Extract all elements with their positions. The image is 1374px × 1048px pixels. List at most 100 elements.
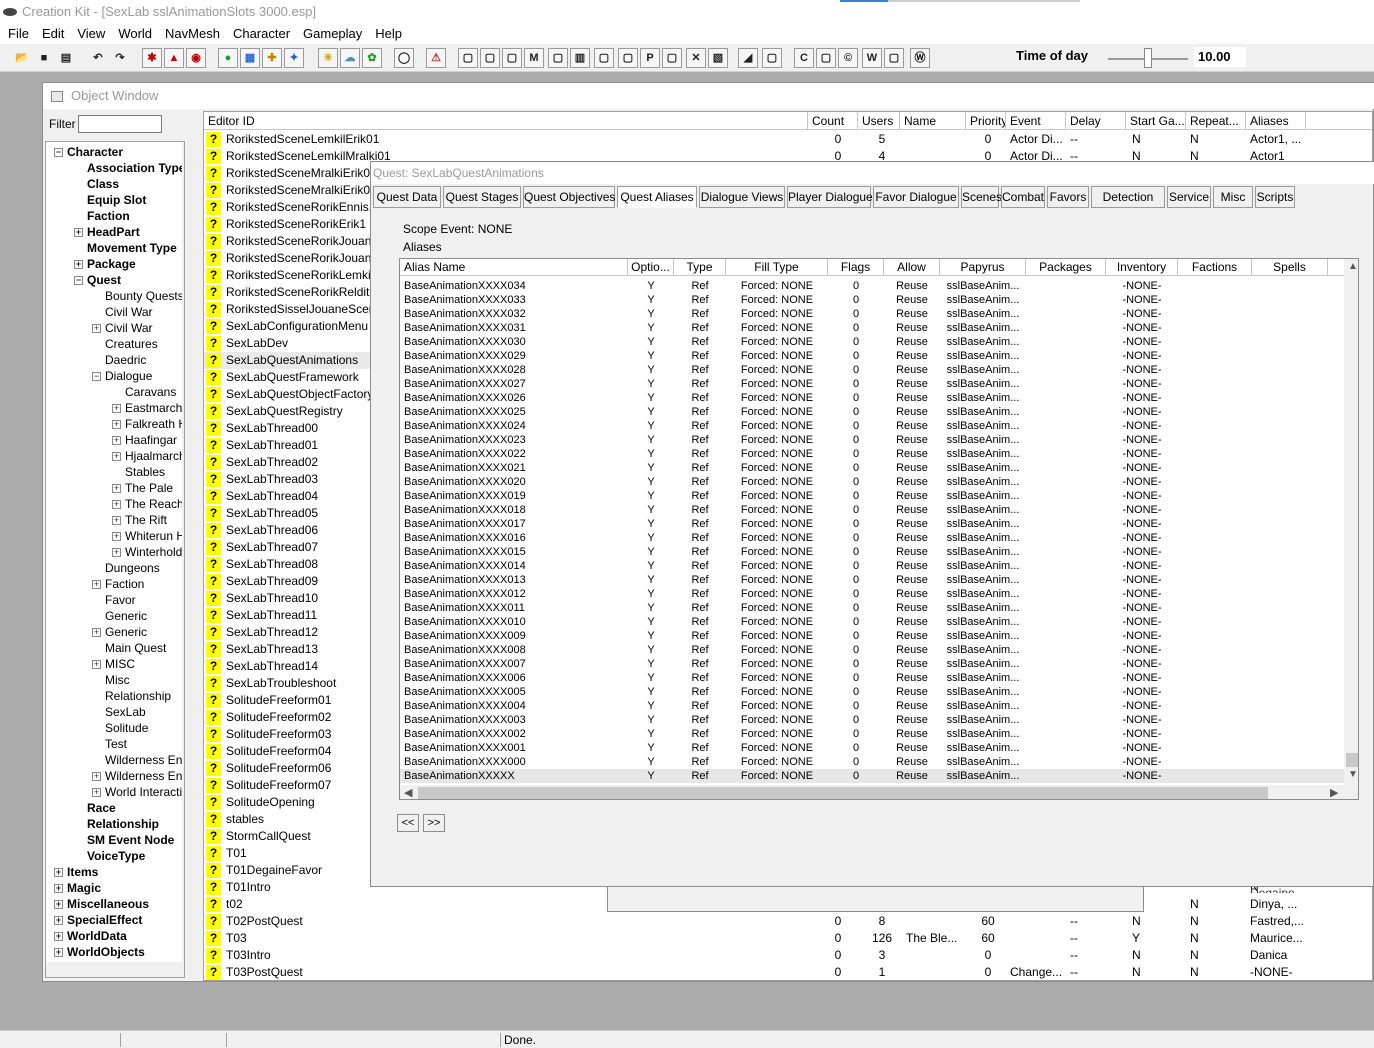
alias-row[interactable]: BaseAnimationXXXX000 Y Ref Forced: NONE 0 Reu… [400,755,1344,769]
tree-vertical-scrollbar[interactable] [182,142,184,962]
alias-row[interactable]: BaseAnimationXXXX032 Y Ref Forced: NONE 0 Reu… [400,307,1344,321]
tree-item[interactable]: VoiceType [74,848,145,864]
tree-item[interactable]: + Miscellaneous [54,896,149,912]
alias-column-header[interactable]: Flags [828,259,884,276]
redo-icon[interactable]: ↷ [110,48,130,68]
tab-service[interactable]: Service [1167,186,1211,208]
alias-row[interactable]: BaseAnimationXXXX001 Y Ref Forced: NONE 0 Reu… [400,741,1344,755]
tab-detection[interactable]: Detection [1091,186,1165,208]
table-row[interactable]: ? T03Intro 0 3 0 -- N N Danica [204,947,1372,964]
alias-row[interactable]: BaseAnimationXXXX004 Y Ref Forced: NONE 0 Reu… [400,699,1344,713]
prev-button[interactable]: << [397,814,419,832]
tree-item[interactable]: Misc [92,672,130,688]
tree-expander-icon[interactable]: − [92,372,101,381]
table-row[interactable]: ? T03 0 126 The Ble... 60 -- Y N Maurice... [204,930,1372,947]
alias-row[interactable]: BaseAnimationXXXX027 Y Ref Forced: NONE 0 Reu… [400,377,1344,391]
tree-item[interactable]: Daedric [92,352,146,368]
tree-item[interactable]: Favor [92,592,136,608]
menu-edit[interactable]: Edit [37,24,69,44]
tree-expander-icon[interactable]: + [54,932,63,941]
tree-item[interactable]: + MISC [92,656,135,672]
p-icon[interactable]: P [640,48,660,68]
column-header[interactable]: Users [858,112,900,130]
aliases-vertical-scrollbar[interactable]: ▲ ▼ [1344,259,1358,785]
tree-item[interactable]: Creatures [92,336,158,352]
ramp-icon[interactable]: ◢ [738,48,758,68]
alias-column-header[interactable]: Optio... [628,259,674,276]
tree-expander-icon[interactable]: − [74,276,83,285]
alias-column-header[interactable]: Type [674,259,726,276]
tree-expander-icon[interactable]: + [54,948,63,957]
tree-item[interactable]: Bounty Quests [92,288,184,304]
tree-expander-icon[interactable]: + [54,916,63,925]
tree-item[interactable]: + WorldObjects [54,944,145,960]
tab-quest-aliases[interactable]: Quest Aliases [617,186,697,208]
tree-expander-icon[interactable]: + [92,324,101,333]
tab-scenes[interactable]: Scenes [961,186,1002,208]
tree-expander-icon[interactable]: + [92,660,101,669]
light-icon[interactable]: ☀ [318,48,338,68]
alias-row[interactable]: BaseAnimationXXXX018 Y Ref Forced: NONE 0 Reu… [400,503,1344,517]
dialogue-icon[interactable]: ◯ [394,48,414,68]
sky-icon[interactable]: ☁ [340,48,360,68]
tree-item[interactable]: + Wilderness Enc [92,768,184,784]
havok-icon[interactable]: ✚ [262,48,282,68]
navmesh-icon[interactable]: ⚠ [426,48,446,68]
tree-item[interactable]: Faction [74,208,130,224]
tree-item[interactable]: + Winterhold [112,544,182,560]
alias-row[interactable]: BaseAnimationXXXX021 Y Ref Forced: NONE 0 Reu… [400,461,1344,475]
tree-item[interactable]: Association Type [74,160,184,176]
tree-expander-icon[interactable]: + [112,548,121,557]
preferences-icon[interactable]: ▤ [56,48,76,68]
table-row[interactable]: ? RorikstedSceneLemkilErik01 0 5 0 Actor Di..… [204,131,1372,148]
tree-item[interactable]: + Haafingar [112,432,177,448]
menu-world[interactable]: World [113,24,157,44]
tab-favors[interactable]: Favors [1047,186,1089,208]
tree-expander-icon[interactable]: + [92,772,101,781]
landscape-icon[interactable]: ● [218,48,238,68]
tree-expander-icon[interactable]: + [112,500,121,509]
column-header[interactable]: Name [900,112,966,130]
tab-quest-stages[interactable]: Quest Stages [443,186,521,208]
door-icon[interactable]: ▥ [570,48,590,68]
column-header[interactable]: Repeat... [1186,112,1246,130]
tab-misc[interactable]: Misc [1213,186,1253,208]
tree-expander-icon[interactable]: − [54,148,63,157]
alias-row[interactable]: BaseAnimationXXXX030 Y Ref Forced: NONE 0 Reu… [400,335,1344,349]
alias-row[interactable]: BaseAnimationXXXX020 Y Ref Forced: NONE 0 Reu… [400,475,1344,489]
tree-expander-icon[interactable]: + [54,900,63,909]
alias-column-header[interactable]: Allow [884,259,940,276]
render-cell-icon[interactable]: ◉ [186,48,206,68]
alias-column-header[interactable]: Alias Name [400,259,628,276]
tree-item[interactable]: Civil War [92,304,153,320]
column-header[interactable]: Start Ga... [1126,112,1186,130]
tree-expander-icon[interactable]: + [112,532,121,541]
o-icon[interactable]: M [524,48,544,68]
tab-favor-dialogue[interactable]: Favor Dialogue [873,186,959,208]
tree-item[interactable]: + The Reach [112,496,184,512]
tree-item[interactable]: + HeadPart [74,224,140,240]
tree-item[interactable]: + Package [74,256,136,272]
tree-item[interactable]: + World Interactio [92,784,184,800]
tree-item[interactable]: Dungeons [92,560,160,576]
cube3-icon[interactable]: ▢ [502,48,522,68]
tab-player-dialogue[interactable]: Player Dialogue [787,186,873,208]
tab-combat[interactable]: Combat [1001,186,1045,208]
tree-expander-icon[interactable]: + [112,484,121,493]
tree-item[interactable]: Race [74,800,116,816]
alias-row[interactable]: BaseAnimationXXXX025 Y Ref Forced: NONE 0 Reu… [400,405,1344,419]
w-icon[interactable]: W [862,48,882,68]
tree-item[interactable]: + Eastmarch [112,400,182,416]
tree-expander-icon[interactable]: + [92,628,101,637]
menu-help[interactable]: Help [370,24,407,44]
tree-expander-icon[interactable]: + [54,868,63,877]
table-row[interactable]: ? T03PostQuest 0 1 0 Change... -- N N -NONE- [204,964,1372,980]
alias-column-header[interactable]: Papyrus [940,259,1026,276]
tree-expander-icon[interactable]: + [54,884,63,893]
filter-input[interactable] [78,115,162,133]
tree-item[interactable]: Equip Slot [74,192,146,208]
alias-row[interactable]: BaseAnimationXXXX006 Y Ref Forced: NONE 0 Reu… [400,671,1344,685]
tab-scripts[interactable]: Scripts [1255,186,1295,208]
tree-item[interactable]: + Generic [92,624,147,640]
column-header[interactable]: Aliases [1246,112,1306,130]
